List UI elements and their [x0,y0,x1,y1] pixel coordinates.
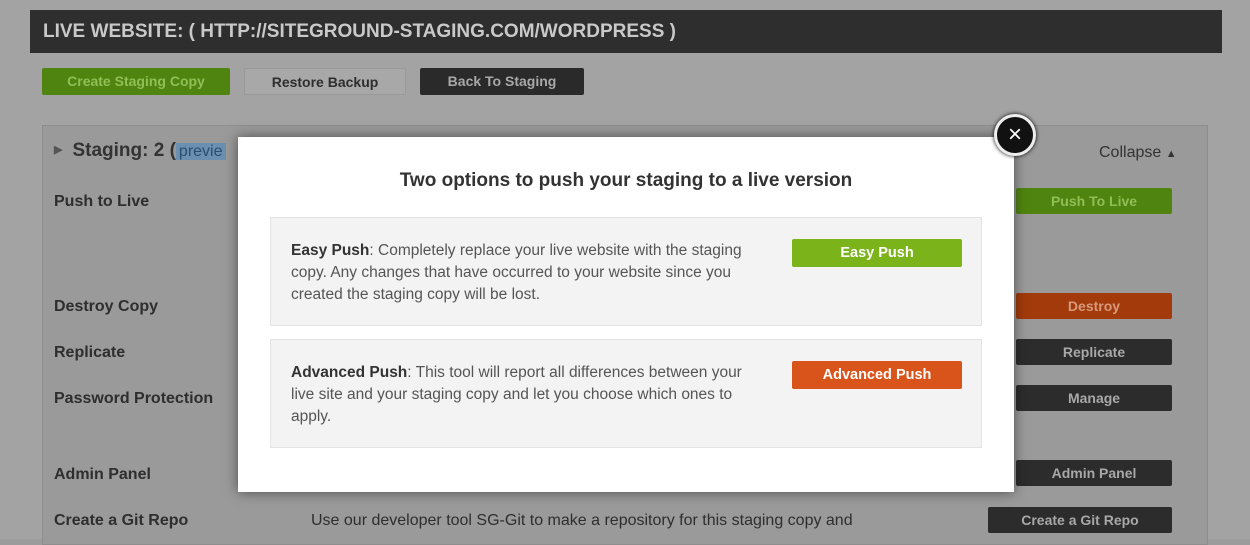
easy-push-name: Easy Push [291,242,370,259]
staging-label: Staging: 2 ( [72,140,176,161]
easy-push-button[interactable]: Easy Push [792,239,962,267]
row-label-replicate: Replicate [54,344,126,361]
row-label-admin-panel: Admin Panel [54,466,151,483]
close-icon[interactable]: × [994,114,1036,156]
row-label-push-to-live: Push to Live [54,193,150,210]
advanced-push-description: Advanced Push: This tool will report all… [291,362,751,428]
easy-push-option: Easy Push: Completely replace your live … [270,217,982,326]
advanced-push-name: Advanced Push [291,364,408,381]
destroy-button[interactable]: Destroy [1016,293,1172,319]
live-website-header: LIVE WEBSITE: ( HTTP://SITEGROUND-STAGIN… [30,10,1222,53]
create-git-repo-button[interactable]: Create a Git Repo [988,507,1172,533]
collapse-label: Collapse [1099,144,1162,161]
row-label-git-repo: Create a Git Repo [54,512,189,529]
staging-title[interactable]: ▶ Staging: 2 (previe [54,140,226,162]
back-to-staging-button[interactable]: Back To Staging [420,68,584,95]
advanced-push-button[interactable]: Advanced Push [792,361,962,389]
manage-button[interactable]: Manage [1016,385,1172,411]
restore-backup-button[interactable]: Restore Backup [244,68,406,95]
admin-panel-button[interactable]: Admin Panel [1016,460,1172,486]
push-to-live-button[interactable]: Push To Live [1016,188,1172,214]
push-options-modal: Two options to push your staging to a li… [238,137,1014,492]
replicate-button[interactable]: Replicate [1016,339,1172,365]
create-staging-copy-button[interactable]: Create Staging Copy [42,68,230,95]
expand-triangle-icon: ▶ [54,144,63,156]
chevron-up-icon: ▲ [1165,148,1177,160]
easy-push-description: Easy Push: Completely replace your live … [291,240,751,306]
row-label-password-protection: Password Protection [54,390,214,407]
collapse-button[interactable]: Collapse ▲ [1099,144,1177,162]
modal-title: Two options to push your staging to a li… [399,170,853,191]
advanced-push-option: Advanced Push: This tool will report all… [270,339,982,448]
git-repo-description: Use our developer tool SG-Git to make a … [311,512,853,529]
row-label-destroy-copy: Destroy Copy [54,298,159,315]
preview-link[interactable]: previe [175,143,226,160]
